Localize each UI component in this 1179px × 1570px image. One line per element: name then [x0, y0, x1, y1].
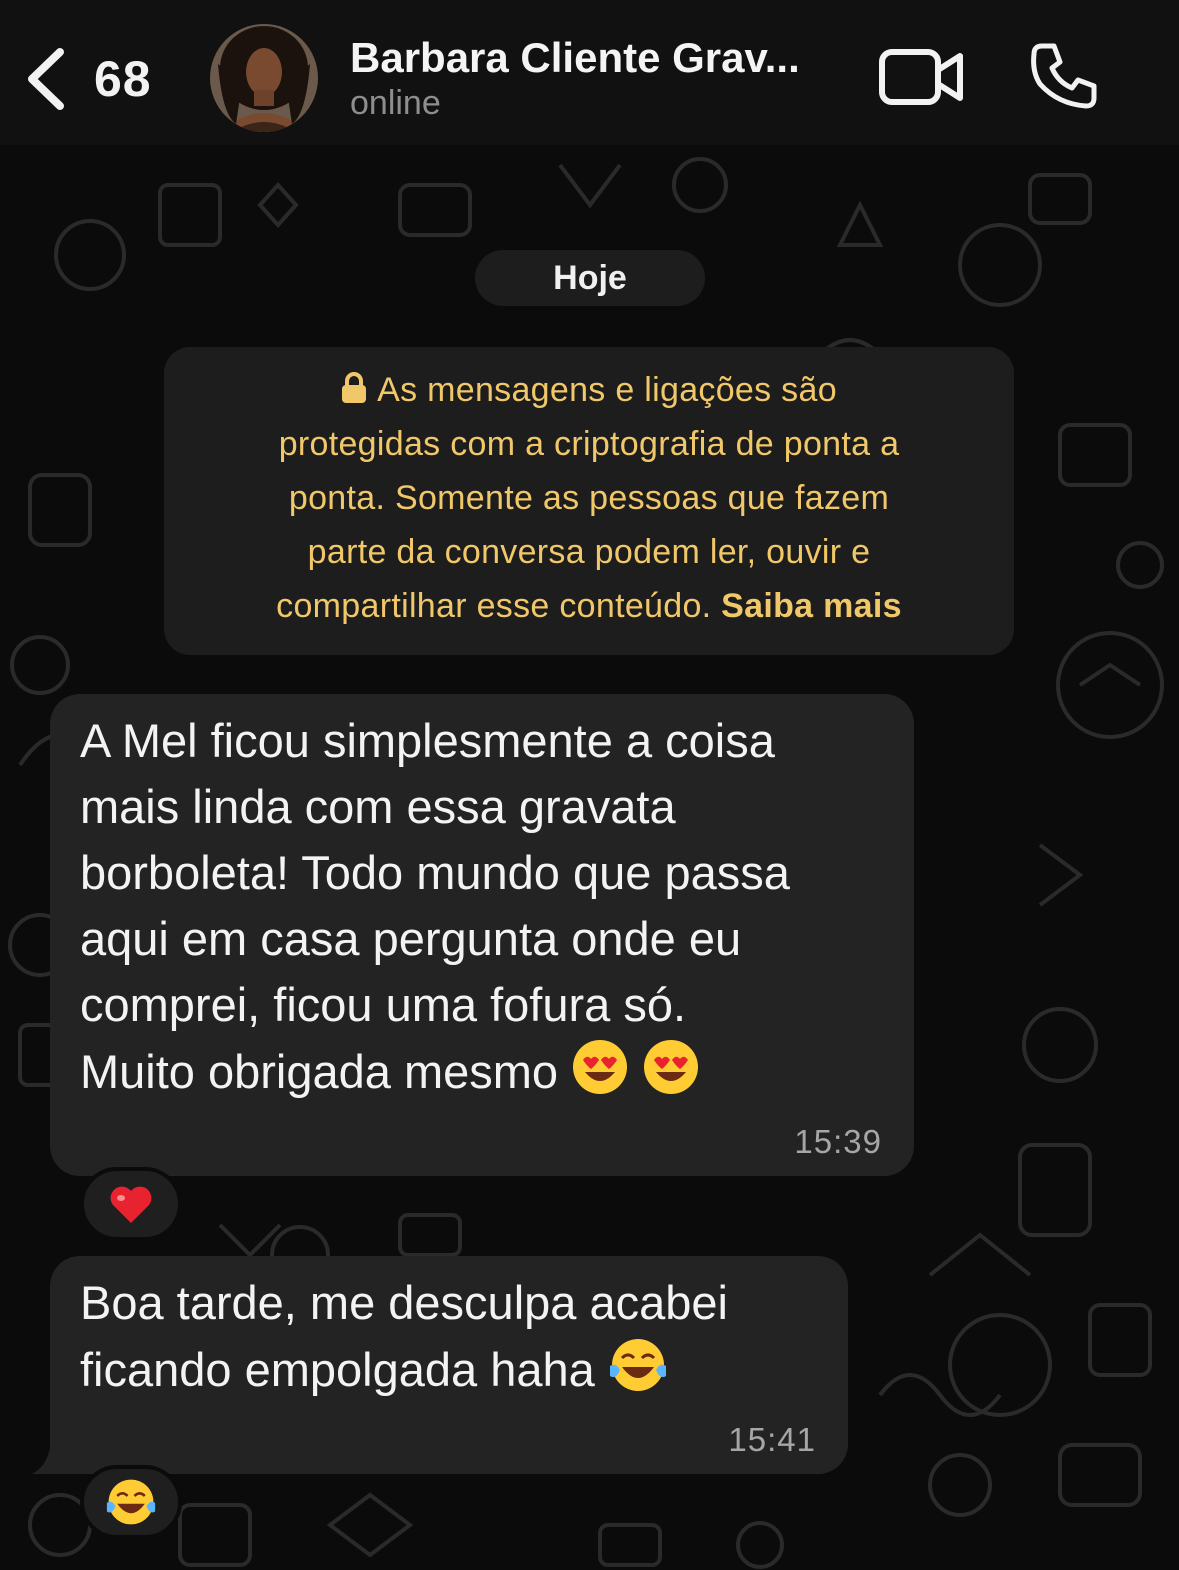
message-timestamp: 15:41	[728, 1421, 816, 1458]
message-line: mais linda com essa gravata	[80, 780, 676, 833]
message-reaction[interactable]	[80, 1167, 182, 1241]
encryption-notice[interactable]: As mensagens e ligações são protegidas c…	[164, 347, 1014, 655]
tears-of-joy-emoji	[106, 1479, 156, 1525]
video-call-icon	[879, 49, 963, 105]
notice-line: parte da conversa podem ler, ouvir e	[307, 533, 871, 571]
message-line-text: Muito obrigada mesmo	[80, 1045, 559, 1098]
message-line: borboleta! Todo mundo que passa	[80, 846, 790, 899]
notice-line-text: As mensagens e ligações são	[377, 371, 837, 409]
red-heart-emoji	[110, 1186, 152, 1223]
message-timestamp: 15:39	[794, 1123, 882, 1160]
date-separator: Hoje	[475, 250, 705, 306]
back-chevron-icon	[28, 48, 64, 110]
message-reaction[interactable]	[80, 1465, 182, 1539]
notice-line: ponta. Somente as pessoas que fazem	[288, 479, 890, 517]
unread-count: 68	[94, 51, 152, 107]
contact-status: online	[350, 84, 441, 122]
lock-icon	[342, 372, 367, 403]
chat-area[interactable]: Hoje As mensagens e ligações são protegi…	[0, 145, 1179, 1570]
video-call-button[interactable]	[878, 46, 966, 108]
message-line: aqui em casa pergunta onde eu	[80, 912, 742, 965]
heart-eyes-emoji	[573, 1040, 628, 1094]
phone-call-icon	[1031, 43, 1097, 109]
heart-eyes-emoji	[644, 1040, 699, 1094]
chat-header: 68 Barbara Cliente Grav... online	[0, 0, 1179, 145]
contact-avatar[interactable]	[210, 24, 318, 132]
tears-of-joy-emoji	[609, 1339, 666, 1391]
notice-line-text: compartilhar esse conteúdo.	[276, 587, 712, 625]
notice-line: As mensagens e ligações são	[164, 363, 1014, 417]
message-line: Boa tarde, me desculpa acabei	[80, 1276, 728, 1329]
message-line: ficando empolgada haha	[80, 1336, 828, 1403]
message-line: A Mel ficou simplesmente a coisa	[80, 714, 775, 767]
learn-more-link[interactable]: Saiba mais	[721, 587, 902, 625]
message-line: Muito obrigada mesmo	[80, 1038, 894, 1105]
contact-name[interactable]: Barbara Cliente Grav...	[350, 34, 850, 82]
voice-call-button[interactable]	[1028, 40, 1100, 112]
incoming-message[interactable]: A Mel ficou simplesmente a coisa mais li…	[50, 694, 914, 1176]
back-button[interactable]: 68	[22, 44, 162, 114]
notice-line: compartilhar esse conteúdo. Saiba mais	[164, 579, 1014, 633]
avatar-photo	[210, 24, 318, 132]
notice-line: protegidas com a criptografia de ponta a	[278, 425, 900, 463]
message-line-text: ficando empolgada haha	[80, 1343, 595, 1396]
incoming-message[interactable]: Boa tarde, me desculpa acabei ficando em…	[50, 1256, 848, 1474]
message-line: comprei, ficou uma fofura só.	[80, 978, 687, 1031]
